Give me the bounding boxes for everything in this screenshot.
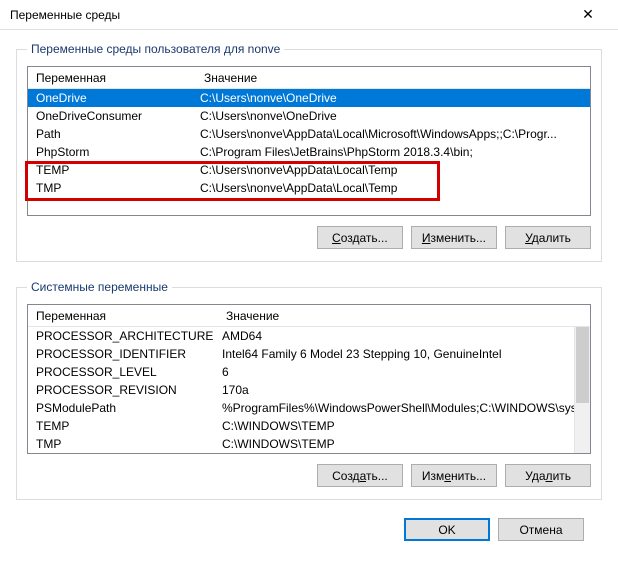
var-value: C:\Users\nonve\AppData\Local\Microsoft\W…	[196, 127, 590, 141]
var-name: TEMP	[28, 163, 196, 177]
var-value: C:\Users\nonve\OneDrive	[196, 91, 590, 105]
user-delete-button[interactable]: Удалить	[505, 226, 591, 249]
scrollbar[interactable]	[574, 327, 590, 453]
user-vars-listbox[interactable]: Переменная Значение OneDriveC:\Users\non…	[27, 66, 591, 216]
var-name: TMP	[28, 437, 218, 451]
user-vars-legend: Переменные среды пользователя для nonve	[27, 42, 284, 56]
var-value: %ProgramFiles%\WindowsPowerShell\Modules…	[218, 401, 590, 415]
table-row[interactable]: PathC:\Users\nonve\AppData\Local\Microso…	[28, 125, 590, 143]
dialog-content: Переменные среды пользователя для nonve …	[0, 30, 618, 557]
table-row[interactable]: PROCESSOR_LEVEL6	[28, 363, 590, 381]
sys-create-button[interactable]: Создать...	[317, 464, 403, 487]
user-edit-button[interactable]: Изменить...	[411, 226, 497, 249]
table-row[interactable]: PSModulePath%ProgramFiles%\WindowsPowerS…	[28, 399, 590, 417]
column-header-value[interactable]: Значение	[200, 71, 590, 85]
column-header-name[interactable]: Переменная	[32, 309, 222, 323]
var-name: OneDriveConsumer	[28, 109, 196, 123]
title-bar: Переменные среды ✕	[0, 0, 618, 30]
system-vars-listbox[interactable]: Переменная Значение PROCESSOR_ARCHITECTU…	[27, 304, 591, 454]
dialog-buttons: OK Отмена	[16, 518, 602, 541]
user-vars-group: Переменные среды пользователя для nonve …	[16, 42, 602, 262]
var-value: C:\Program Files\JetBrains\PhpStorm 2018…	[196, 145, 590, 159]
scroll-thumb[interactable]	[576, 327, 589, 403]
var-value: C:\WINDOWS\TEMP	[218, 419, 590, 433]
ok-button[interactable]: OK	[404, 518, 490, 541]
table-row[interactable]: TEMPC:\WINDOWS\TEMP	[28, 417, 590, 435]
column-header-name[interactable]: Переменная	[32, 71, 200, 85]
table-row[interactable]: PROCESSOR_REVISION170a	[28, 381, 590, 399]
list-header: Переменная Значение	[28, 305, 590, 327]
var-value: Intel64 Family 6 Model 23 Stepping 10, G…	[218, 347, 590, 361]
table-row[interactable]: PROCESSOR_ARCHITECTUREAMD64	[28, 327, 590, 345]
close-icon[interactable]: ✕	[568, 6, 608, 23]
table-row[interactable]: TEMPC:\Users\nonve\AppData\Local\Temp	[28, 161, 590, 179]
var-value: C:\Users\nonve\AppData\Local\Temp	[196, 163, 590, 177]
column-header-value[interactable]: Значение	[222, 309, 590, 323]
user-buttons-row: Создать... Изменить... Удалить	[27, 226, 591, 249]
table-row[interactable]: OneDriveConsumerC:\Users\nonve\OneDrive	[28, 107, 590, 125]
var-name: PSModulePath	[28, 401, 218, 415]
sys-delete-button[interactable]: Удалить	[505, 464, 591, 487]
system-vars-legend: Системные переменные	[27, 280, 172, 294]
var-name: PROCESSOR_IDENTIFIER	[28, 347, 218, 361]
table-row[interactable]: OneDriveC:\Users\nonve\OneDrive	[28, 89, 590, 107]
system-buttons-row: Создать... Изменить... Удалить	[27, 464, 591, 487]
list-header: Переменная Значение	[28, 67, 590, 89]
var-name: OneDrive	[28, 91, 196, 105]
var-name: TMP	[28, 181, 196, 195]
var-value: 170a	[218, 383, 590, 397]
var-value: C:\Users\nonve\OneDrive	[196, 109, 590, 123]
var-name: PROCESSOR_LEVEL	[28, 365, 218, 379]
cancel-button[interactable]: Отмена	[498, 518, 584, 541]
sys-edit-button[interactable]: Изменить...	[411, 464, 497, 487]
var-value: AMD64	[218, 329, 590, 343]
var-value: 6	[218, 365, 590, 379]
user-create-button[interactable]: Создать...	[317, 226, 403, 249]
system-vars-group: Системные переменные Переменная Значение…	[16, 280, 602, 500]
var-name: PROCESSOR_ARCHITECTURE	[28, 329, 218, 343]
var-name: PROCESSOR_REVISION	[28, 383, 218, 397]
table-row[interactable]: TMPC:\Users\nonve\AppData\Local\Temp	[28, 179, 590, 197]
var-value: C:\Users\nonve\AppData\Local\Temp	[196, 181, 590, 195]
table-row[interactable]: TMPC:\WINDOWS\TEMP	[28, 435, 590, 453]
var-value: C:\WINDOWS\TEMP	[218, 437, 590, 451]
var-name: PhpStorm	[28, 145, 196, 159]
table-row[interactable]: PROCESSOR_IDENTIFIERIntel64 Family 6 Mod…	[28, 345, 590, 363]
var-name: TEMP	[28, 419, 218, 433]
var-name: Path	[28, 127, 196, 141]
window-title: Переменные среды	[10, 8, 568, 22]
table-row[interactable]: PhpStormC:\Program Files\JetBrains\PhpSt…	[28, 143, 590, 161]
